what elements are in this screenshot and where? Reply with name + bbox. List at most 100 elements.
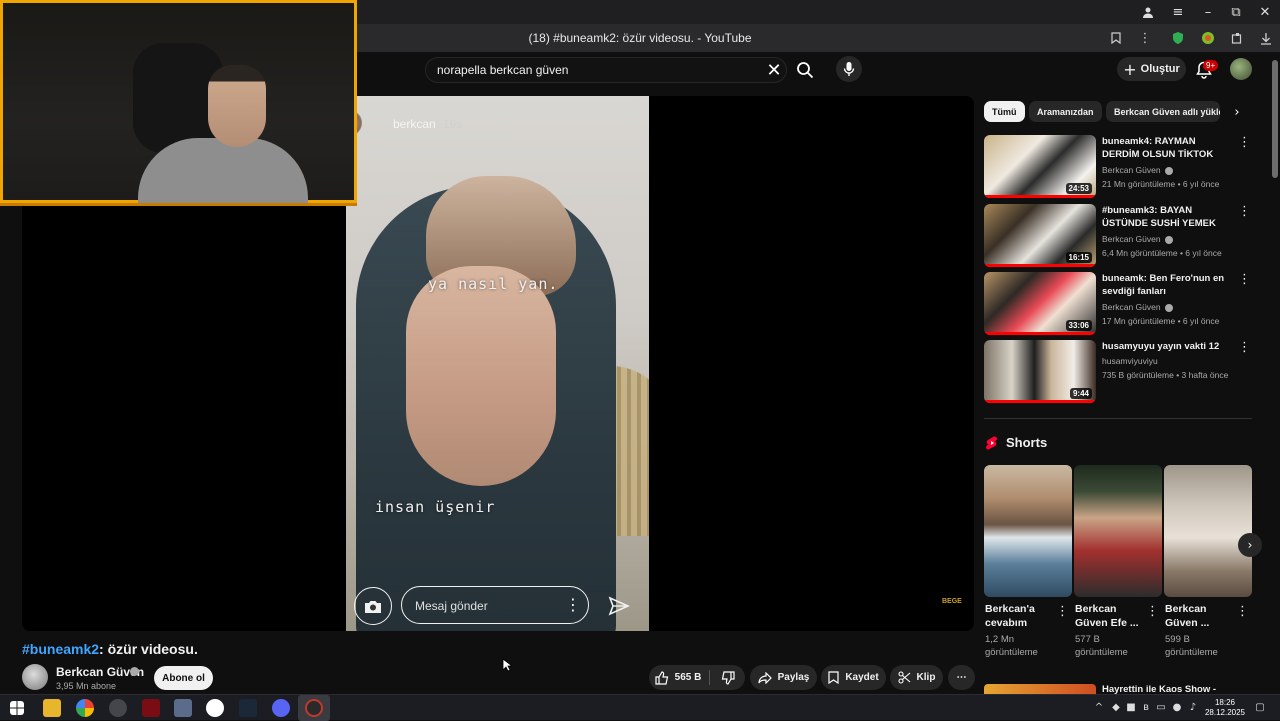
recommendation-thumbnail[interactable] [984, 684, 1096, 694]
save-button[interactable]: Kaydet [821, 665, 886, 690]
copilot-icon[interactable] [76, 699, 94, 717]
chip-all[interactable]: Tümü [984, 101, 1025, 122]
tray-shield-icon[interactable]: ■ [1125, 701, 1137, 713]
yandex-browser-icon[interactable] [206, 699, 224, 717]
short-title[interactable]: Berkcan'a cevabım [985, 602, 1055, 630]
store-icon[interactable] [174, 699, 192, 717]
windows-start-icon[interactable] [10, 701, 24, 715]
recommendation-title[interactable]: buneamk4: RAYMAN DERDİM OLSUN TİKTOK [1102, 135, 1232, 161]
recommendation-channel[interactable]: Berkcan Güven [1102, 302, 1173, 312]
more-vertical-icon[interactable]: ⋮ [1236, 604, 1249, 619]
short-thumbnail[interactable] [1074, 465, 1162, 597]
bookmark-save-icon [828, 671, 839, 684]
shorts-next-button[interactable]: › [1238, 533, 1262, 557]
channel-avatar[interactable] [22, 664, 48, 690]
microphone-tray-icon[interactable]: ● [1171, 701, 1183, 713]
bluetooth-icon[interactable]: ʙ [1140, 701, 1152, 713]
recommendation-item[interactable]: 9:44 husamyuyu yayın vakti 12 husamviyuv… [984, 340, 1254, 404]
restore-button[interactable]: ⧉ [1222, 0, 1250, 24]
download-icon[interactable] [1255, 28, 1277, 48]
video-frame [346, 96, 649, 631]
file-explorer-icon[interactable] [43, 699, 61, 717]
more-vertical-icon[interactable]: ⋮ [1238, 340, 1251, 355]
bookmark-icon[interactable] [1105, 28, 1127, 48]
chevron-up-icon[interactable]: ^ [1093, 701, 1105, 713]
recommendation-thumbnail[interactable]: 24:53 [984, 135, 1096, 198]
watch-progress-bar [984, 332, 1096, 335]
recommendation-item[interactable]: 24:53 buneamk4: RAYMAN DERDİM OLSUN TİKT… [984, 135, 1254, 199]
menu-icon[interactable]: ≡ [1164, 0, 1192, 24]
send-icon [605, 592, 633, 620]
share-button[interactable]: Paylaş [750, 665, 817, 690]
account-avatar[interactable] [1230, 58, 1252, 80]
story-timestamp: 19s [443, 117, 463, 131]
clip-label: Klip [916, 672, 936, 683]
minimize-button[interactable]: – [1194, 0, 1222, 24]
extension-circle-icon[interactable] [1197, 28, 1219, 48]
recommendation-thumbnail[interactable]: 33:06 [984, 272, 1096, 335]
chip-from-search[interactable]: Aramanızdan [1029, 101, 1102, 122]
extensions-puzzle-icon[interactable] [1226, 28, 1248, 48]
page-scrollbar[interactable] [1272, 60, 1278, 178]
short-thumbnail[interactable] [984, 465, 1072, 597]
discord-icon[interactable] [272, 699, 290, 717]
search-input[interactable]: norapella berkcan güven [425, 57, 787, 83]
thumbs-down-icon [721, 670, 735, 685]
obs-icon[interactable] [305, 699, 323, 717]
chevron-right-icon[interactable]: › [1228, 103, 1246, 121]
profile-icon[interactable] [1134, 0, 1162, 24]
share-label: Paylaş [777, 672, 810, 683]
verified-icon [130, 667, 139, 676]
more-actions-button[interactable]: ⋯ [948, 665, 975, 690]
more-vertical-icon[interactable]: ⋮ [1056, 604, 1069, 619]
notification-center-icon[interactable]: ▢ [1254, 701, 1266, 713]
recommendation-meta: 21 Mn görüntüleme • 6 yıl önce [1102, 179, 1220, 189]
more-vertical-icon[interactable]: ⋮ [1146, 604, 1159, 619]
message-placeholder: Mesaj gönder [415, 599, 488, 613]
short-thumbnail[interactable] [1164, 465, 1252, 597]
recommendation-item[interactable]: 33:06 buneamk: Ben Fero'nun en sevdiği f… [984, 272, 1254, 336]
chip-from-uploader[interactable]: Berkcan Güven adlı yükleyiciden [1106, 101, 1220, 122]
like-count: 565 B [674, 672, 702, 683]
extension-shield-icon[interactable] [1167, 28, 1189, 48]
app-red-icon[interactable] [142, 699, 160, 717]
network-icon[interactable]: ▭ [1155, 701, 1167, 713]
recommendation-title[interactable]: husamyuyu yayın vakti 12 [1102, 340, 1232, 353]
volume-icon[interactable]: ♪ [1187, 701, 1199, 713]
tray-app-icon[interactable]: ◆ [1110, 701, 1122, 713]
create-button[interactable]: + Oluştur [1117, 57, 1186, 81]
dislike-button[interactable] [711, 665, 745, 690]
recommendation-channel[interactable]: husamviyuviyu [1102, 356, 1158, 366]
recommendation-item[interactable]: 16:15 #buneamk3: BAYAN ÜSTÜNDE SUSHİ YEM… [984, 204, 1254, 268]
recommendation-thumbnail[interactable]: 16:15 [984, 204, 1096, 267]
short-title[interactable]: Berkcan Güven Efe ... [1075, 602, 1145, 630]
recommendation-thumbnail[interactable]: 9:44 [984, 340, 1096, 403]
subscribe-button[interactable]: Abone ol [154, 666, 213, 690]
page-menu-icon[interactable]: ⋮ [1134, 28, 1156, 48]
clip-button[interactable]: Klip [890, 665, 943, 690]
more-vertical-icon[interactable]: ⋮ [1238, 135, 1251, 150]
settings-app-icon[interactable] [109, 699, 127, 717]
more-vertical-icon[interactable]: ⋮ [1238, 204, 1251, 219]
thumbs-up-icon [655, 670, 668, 685]
microphone-icon [843, 62, 855, 76]
steam-icon[interactable] [239, 699, 257, 717]
close-window-button[interactable]: ✕ [1251, 0, 1279, 24]
clear-search-icon[interactable]: ✕ [763, 59, 785, 81]
story-caption-bottom: insan üşenir [375, 498, 496, 516]
save-label: Kaydet [845, 672, 879, 683]
search-query[interactable]: norapella berkcan güven [437, 63, 568, 77]
recommendation-title[interactable]: buneamk: Ben Fero'nun en sevdiği fanları [1102, 272, 1232, 298]
short-title[interactable]: Berkcan Güven ... [1165, 602, 1235, 630]
video-duration: 9:44 [1069, 388, 1092, 399]
more-vertical-icon[interactable]: ⋮ [1238, 272, 1251, 287]
taskbar-clock[interactable]: 18:26 28.12.2025 [1204, 698, 1246, 718]
voice-search-button[interactable] [836, 56, 862, 82]
hashtag-link[interactable]: #buneamk2 [22, 641, 99, 657]
search-button[interactable] [788, 56, 822, 84]
like-button[interactable]: 565 B [649, 665, 707, 690]
recommendation-channel[interactable]: Berkcan Güven [1102, 165, 1173, 175]
recommendation-meta: 17 Mn görüntüleme • 6 yıl önce [1102, 316, 1220, 326]
recommendation-title[interactable]: #buneamk3: BAYAN ÜSTÜNDE SUSHİ YEMEK [1102, 204, 1232, 230]
recommendation-channel[interactable]: Berkcan Güven [1102, 234, 1173, 244]
